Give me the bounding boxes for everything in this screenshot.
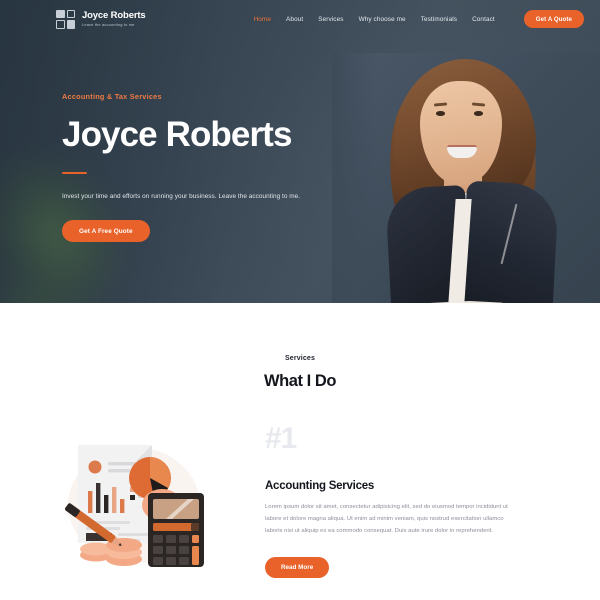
portrait-jacket-right: [460, 180, 560, 303]
service-text-block: #1 Accounting Services Lorem ipsum dolor…: [265, 422, 555, 578]
main-navbar: Joyce Roberts Leave the accounting to me…: [0, 0, 600, 38]
hero-section: Joyce Roberts Leave the accounting to me…: [0, 0, 600, 303]
nav-item-testimonials[interactable]: Testimonials: [421, 16, 457, 23]
service-item: #1 Accounting Services Lorem ipsum dolor…: [0, 422, 600, 578]
services-heading-group: Services What I Do: [0, 355, 600, 391]
hero-divider: [62, 172, 87, 175]
nav-item-about[interactable]: About: [286, 16, 303, 23]
logo-grid-icon: [56, 9, 75, 29]
read-more-button[interactable]: Read More: [265, 556, 330, 578]
services-eyebrow: Services: [284, 355, 315, 362]
service-illustration: [0, 427, 265, 573]
get-a-quote-button[interactable]: Get A Quote: [523, 10, 584, 28]
nav-item-why-choose-me[interactable]: Why choose me: [359, 16, 406, 23]
services-title: What I Do: [263, 372, 337, 390]
service-number-badge: #1: [265, 422, 297, 455]
get-a-free-quote-button[interactable]: Get A Free Quote: [62, 220, 150, 243]
portrait-eye-left: [436, 111, 445, 116]
portrait-smile: [447, 145, 477, 158]
hero-eyebrow: Accounting & Tax Services: [62, 92, 162, 101]
hero-copy: Accounting & Tax Services Joyce Roberts …: [62, 92, 332, 243]
accounting-report-calculator-icon: [64, 445, 204, 567]
brand-tagline: Leave the accounting to me: [82, 21, 135, 27]
hero-subtitle: Invest your time and efforts on running …: [62, 193, 301, 201]
service-description: Lorem ipsum dolor sit amet, consectetur …: [265, 503, 508, 534]
brand-logo[interactable]: Joyce Roberts Leave the accounting to me: [56, 9, 146, 29]
hero-portrait-photo: [332, 53, 600, 303]
portrait-left-fade: [332, 53, 378, 303]
nav-item-services[interactable]: Services: [318, 16, 343, 23]
hero-title: Joyce Roberts: [62, 115, 292, 154]
nav-item-contact[interactable]: Contact: [472, 16, 495, 23]
service-title: Accounting Services: [265, 479, 375, 492]
services-section: Services What I Do #1 Accounting Service…: [0, 303, 600, 600]
nav-links: Home About Services Why choose me Testim…: [254, 10, 584, 28]
nav-item-home[interactable]: Home: [254, 16, 271, 23]
portrait-eye-right: [474, 111, 483, 116]
brand-name: Joyce Roberts: [82, 10, 146, 22]
